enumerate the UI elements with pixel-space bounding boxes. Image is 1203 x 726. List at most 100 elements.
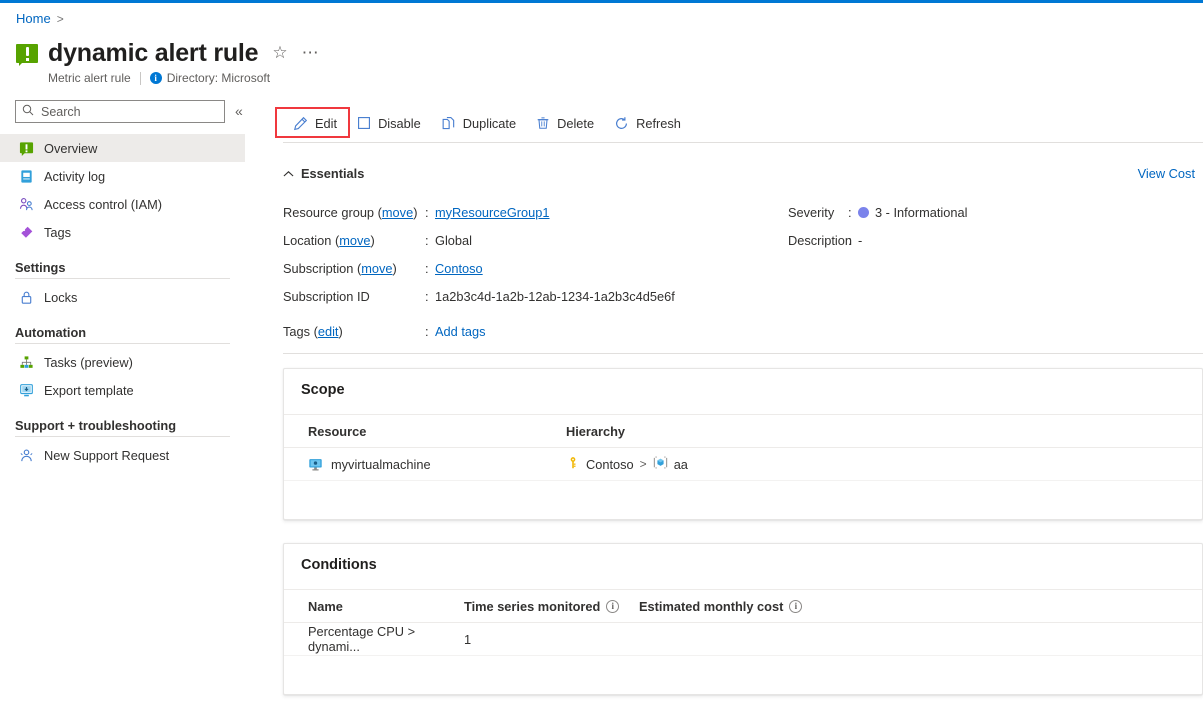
breadcrumb-home[interactable]: Home [16,11,51,27]
page-subtitle: Metric alert rule i Directory: Microsoft [48,71,320,85]
column-header-name: Name [284,599,464,614]
edit-tags-link[interactable]: edit [318,324,339,339]
essentials-label: Subscription (move) [283,261,425,276]
command-bar: Edit Disable Duplicate Delete Refresh [283,110,691,136]
essentials-right-column: Severity : 3 - Informational Description… [788,198,967,310]
hierarchy-separator-icon: > [640,457,647,471]
activity-log-icon [18,168,34,184]
sidebar-item-locks[interactable]: Locks [0,283,245,311]
sidebar-item-tasks[interactable]: Tasks (preview) [0,348,245,376]
delete-button[interactable]: Delete [526,110,604,136]
access-control-icon [18,196,34,212]
refresh-icon [614,116,629,131]
conditions-table-header: Name Time series monitored i Estimated m… [284,590,1202,623]
scope-table: Resource Hierarchy myvirtualmachine Cont… [284,415,1202,481]
collapse-nav-icon[interactable]: « [235,103,243,119]
table-row[interactable]: myvirtualmachine Contoso > aa [284,448,1202,481]
sidebar-group-divider [15,343,230,344]
conditions-table: Name Time series monitored i Estimated m… [284,590,1202,656]
breadcrumb: Home > [16,11,64,27]
essentials-label: Tags (edit) [283,324,425,339]
column-header-hierarchy: Hierarchy [554,424,954,439]
sidebar-item-label: Tasks (preview) [44,355,133,370]
page-header: dynamic alert rule ☆ ⋯ Metric alert rule… [16,38,320,85]
info-icon[interactable]: i [789,600,802,613]
virtual-machine-icon [308,457,323,472]
pencil-icon [293,116,308,131]
copy-icon [441,116,456,131]
essentials-row-tags: Tags (edit) : Add tags [283,320,486,342]
hierarchy-subscription: Contoso [586,457,634,472]
add-tags-link[interactable]: Add tags [435,324,486,339]
scope-card-title: Scope [301,382,345,398]
sidebar-item-access-control[interactable]: Access control (IAM) [0,190,245,218]
alert-rule-icon [18,140,34,156]
search-input[interactable] [39,104,218,120]
sidebar-group-divider [15,436,230,437]
info-icon[interactable]: i [606,600,619,613]
essentials-row-severity: Severity : 3 - Informational [788,198,967,226]
subscription-id-value: 1a2b3c4d-1a2b-12ab-1234-1a2b3c4d5e6f [435,289,675,304]
essentials-label: Essentials [301,166,364,181]
sidebar-group-support: Support + troubleshooting [0,418,245,433]
edit-button[interactable]: Edit [283,110,347,136]
table-row[interactable]: Percentage CPU > dynami... 1 [284,623,1202,656]
essentials-left-column: Resource group (move) : myResourceGroup1… [283,198,788,310]
edit-button-label: Edit [315,116,337,131]
condition-name: Percentage CPU > dynami... [284,624,464,654]
disable-button[interactable]: Disable [347,110,431,136]
essentials-row-resource-group: Resource group (move) : myResourceGroup1 [283,198,788,226]
essentials-label: Resource group (move) [283,205,425,220]
sidebar-group-divider [15,278,230,279]
scope-card: Scope Resource Hierarchy myvirtualmachin… [283,368,1203,520]
favorite-star-icon[interactable]: ☆ [272,43,287,63]
tags-icon [18,224,34,240]
location-value: Global [435,233,472,248]
move-link[interactable]: move [361,261,392,276]
severity-dot-icon [858,207,869,218]
search-icon [22,103,39,121]
info-icon: i [150,72,162,84]
duplicate-button-label: Duplicate [463,116,516,131]
export-template-icon [18,382,34,398]
move-link[interactable]: move [339,233,370,248]
duplicate-button[interactable]: Duplicate [431,110,526,136]
column-header-resource: Resource [284,424,554,439]
essentials-toggle[interactable]: Essentials [283,166,364,181]
sidebar-item-activity-log[interactable]: Activity log [0,162,245,190]
trash-icon [536,116,550,130]
hierarchy-cell: Contoso > aa [554,455,954,473]
sidebar-item-overview[interactable]: Overview [0,134,245,162]
essentials-grid: Resource group (move) : myResourceGroup1… [283,198,1193,310]
resource-group-icon [653,455,668,473]
essentials-row-subscription: Subscription (move) : Contoso [283,254,788,282]
sidebar-item-tags[interactable]: Tags [0,218,245,246]
more-options-icon[interactable]: ⋯ [302,47,320,59]
refresh-button-label: Refresh [636,116,681,131]
essentials-colon: : [425,289,435,304]
move-link[interactable]: move [382,205,413,220]
sidebar-item-export-template[interactable]: Export template [0,376,245,404]
scope-table-header: Resource Hierarchy [284,415,1202,448]
description-value: - [858,233,862,248]
essentials-row-description: Description : - [788,226,967,254]
column-header-time-series: Time series monitored i [464,599,639,614]
sidebar-item-label: Access control (IAM) [44,197,162,212]
refresh-button[interactable]: Refresh [604,110,691,136]
essentials-colon: : [425,233,435,248]
search-box[interactable] [15,100,225,123]
essentials-label: Location (move) [283,233,425,248]
sidebar-item-new-support-request[interactable]: New Support Request [0,441,245,469]
azure-portal-page: Home > dynamic alert rule ☆ ⋯ Metric ale… [0,0,1203,726]
view-cost-link[interactable]: View Cost [1138,166,1195,181]
sidebar-item-label: Overview [44,141,97,156]
directory-label: Directory: Microsoft [167,71,270,85]
essentials-colon: : [425,324,435,339]
sidebar-item-label: New Support Request [44,448,169,463]
subscription-link[interactable]: Contoso [435,261,483,276]
resource-name: myvirtualmachine [331,457,431,472]
key-icon [566,456,580,473]
essentials-label: Subscription ID [283,289,425,304]
essentials-colon: : [848,233,858,248]
resource-group-link[interactable]: myResourceGroup1 [435,205,550,220]
